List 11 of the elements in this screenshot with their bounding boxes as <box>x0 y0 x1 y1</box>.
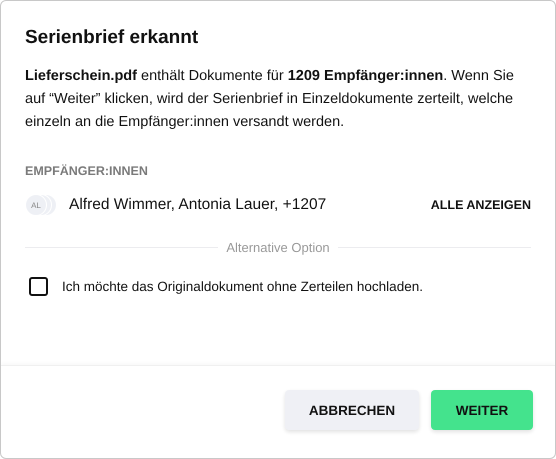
section-heading: EMPFÄNGER:INNEN <box>25 164 149 178</box>
divider-label: Alternative Option <box>226 240 330 255</box>
cancel-button[interactable]: ABBRECHEN <box>285 390 419 430</box>
continue-button[interactable]: WEITER <box>431 390 533 430</box>
avatar-stack: AL <box>25 194 59 216</box>
show-all-link[interactable]: ALLE ANZEIGEN <box>430 198 531 212</box>
checkbox-label: Ich möchte das Originaldokument ohne Zerteilen hochladen. <box>62 279 423 294</box>
message-text: Lieferschein.pdf enthält Dokumente für 1209 Empfänger:innen. Wenn Sie auf “Weiter” klicken, wird der Serienbrief in Einzeldokumente zerteilt, welche einzeln an die Empfänger:innen versandt werden. <box>25 67 515 132</box>
recipient-names: Alfred Wimmer, Antonia Lauer, +1207 <box>69 196 328 214</box>
dialog-title: Serienbrief erkannt <box>25 27 200 49</box>
checkbox[interactable] <box>29 277 48 296</box>
